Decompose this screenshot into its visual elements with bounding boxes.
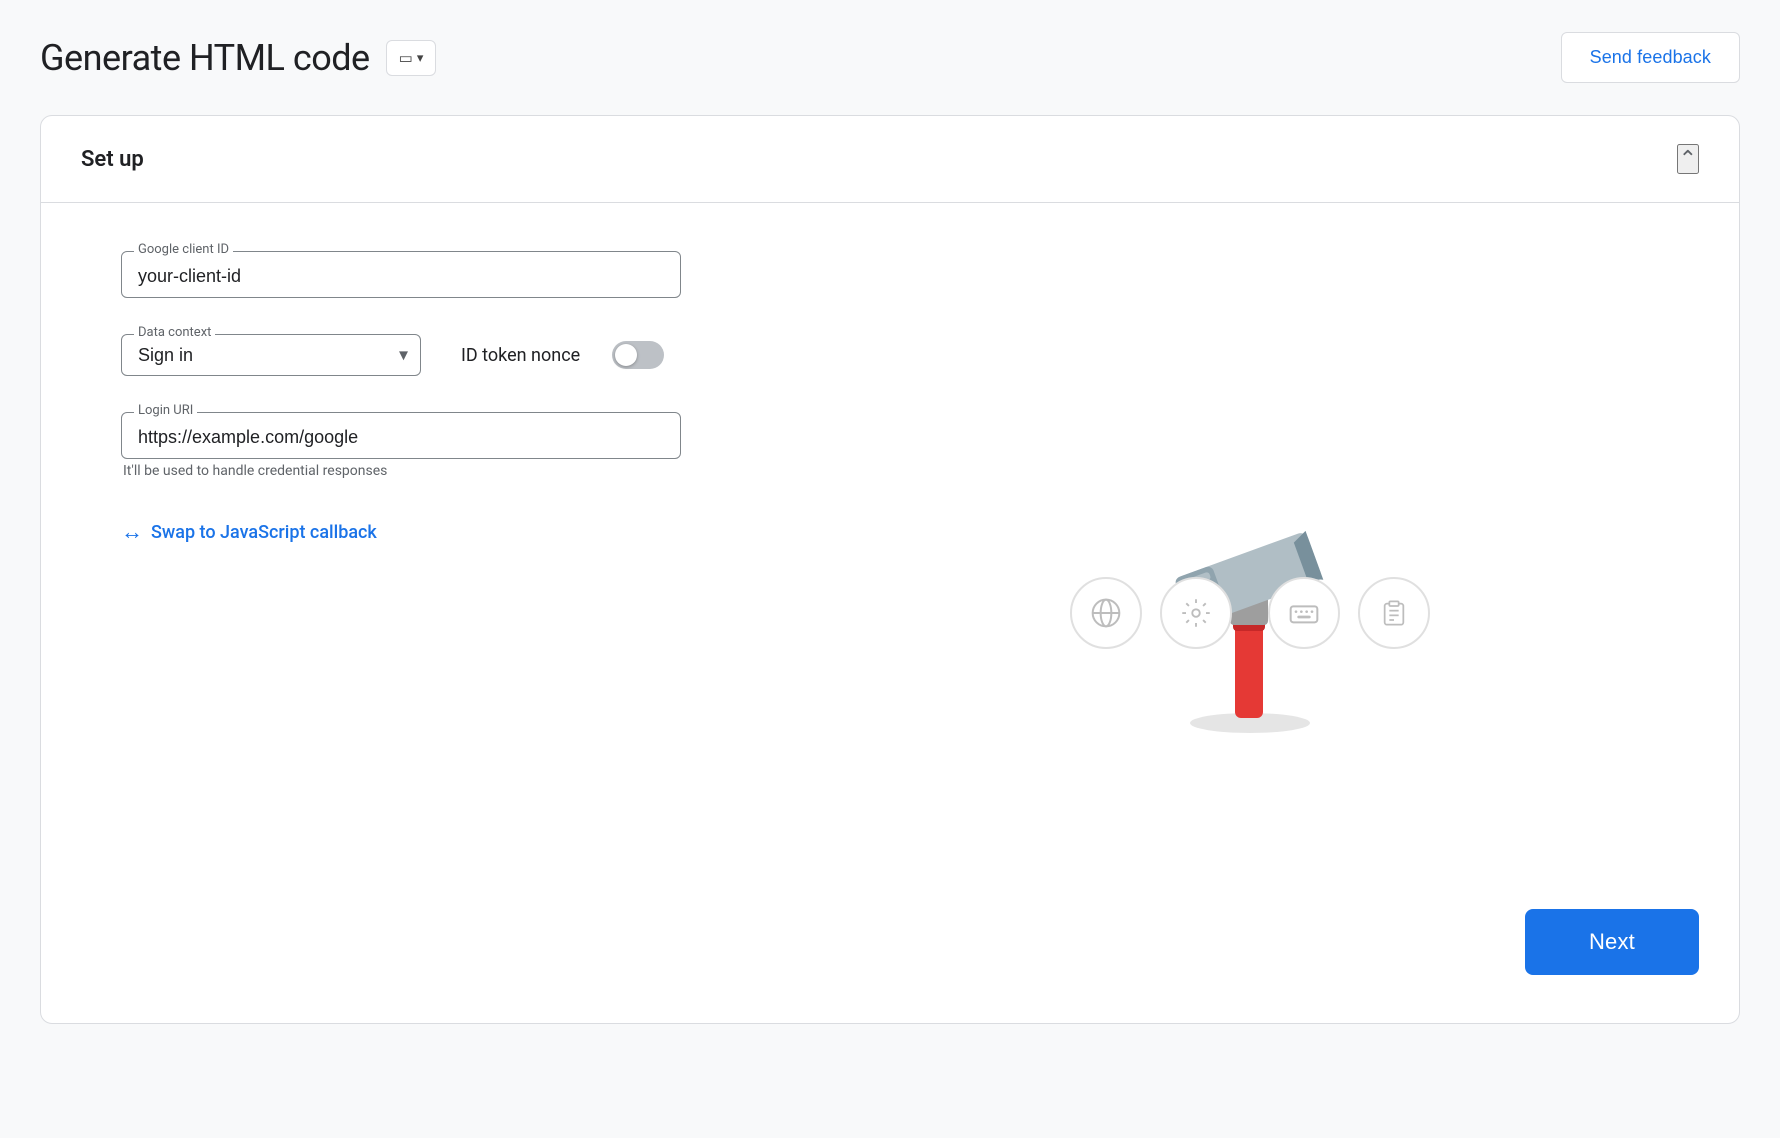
setup-header: Set up ⌃: [41, 116, 1739, 203]
data-context-row: Data context Sign in Sign up Sign in wit…: [121, 334, 761, 376]
swap-label: Swap to JavaScript callback: [151, 522, 377, 543]
bookmark-icon: ▭: [399, 49, 413, 67]
google-client-id-label: Google client ID: [134, 242, 233, 257]
page-header: Generate HTML code ▭ ▾ Send feedback: [40, 32, 1740, 83]
login-uri-wrapper: Login URI: [121, 412, 681, 459]
keyboard-circle-icon: [1268, 577, 1340, 649]
toggle-thumb: [615, 344, 637, 366]
google-client-id-wrapper: Google client ID: [121, 251, 681, 298]
send-feedback-button[interactable]: Send feedback: [1561, 32, 1740, 83]
data-context-wrapper: Data context Sign in Sign up Sign in wit…: [121, 334, 421, 376]
collapse-button[interactable]: ⌃: [1677, 144, 1699, 174]
form-area: Google client ID Data context Sign in Si…: [121, 251, 761, 975]
google-client-id-input[interactable]: [138, 264, 664, 287]
setup-title: Set up: [81, 147, 144, 172]
google-client-id-field: Google client ID: [121, 251, 761, 298]
hammer-illustration: [1050, 413, 1450, 813]
data-context-select[interactable]: Sign in Sign up Sign in with Google: [138, 345, 404, 365]
illustration-area: [801, 251, 1699, 975]
login-uri-field: Login URI It'll be used to handle creden…: [121, 412, 761, 479]
id-token-nonce-label: ID token nonce: [461, 345, 580, 366]
login-uri-label: Login URI: [134, 403, 197, 418]
next-button[interactable]: Next: [1525, 909, 1699, 975]
login-uri-input[interactable]: [138, 425, 664, 448]
swap-icon: ↔: [121, 519, 143, 545]
id-token-nonce-row: ID token nonce: [461, 341, 664, 369]
data-context-label: Data context: [134, 325, 215, 340]
login-uri-helper: It'll be used to handle credential respo…: [123, 463, 761, 479]
title-area: Generate HTML code ▭ ▾: [40, 37, 436, 79]
page-title: Generate HTML code: [40, 37, 370, 79]
id-token-nonce-toggle[interactable]: [612, 341, 664, 369]
main-card: Set up ⌃ Google client ID Data context S…: [40, 115, 1740, 1024]
clipboard-circle-icon: [1358, 577, 1430, 649]
setup-body: Google client ID Data context Sign in Si…: [41, 203, 1739, 1023]
gear-circle-icon: [1160, 577, 1232, 649]
swap-to-js-link[interactable]: ↔ Swap to JavaScript callback: [121, 519, 761, 545]
bookmark-dropdown-icon: ▾: [417, 50, 424, 66]
bookmark-button[interactable]: ▭ ▾: [386, 40, 437, 76]
globe-circle-icon: [1070, 577, 1142, 649]
